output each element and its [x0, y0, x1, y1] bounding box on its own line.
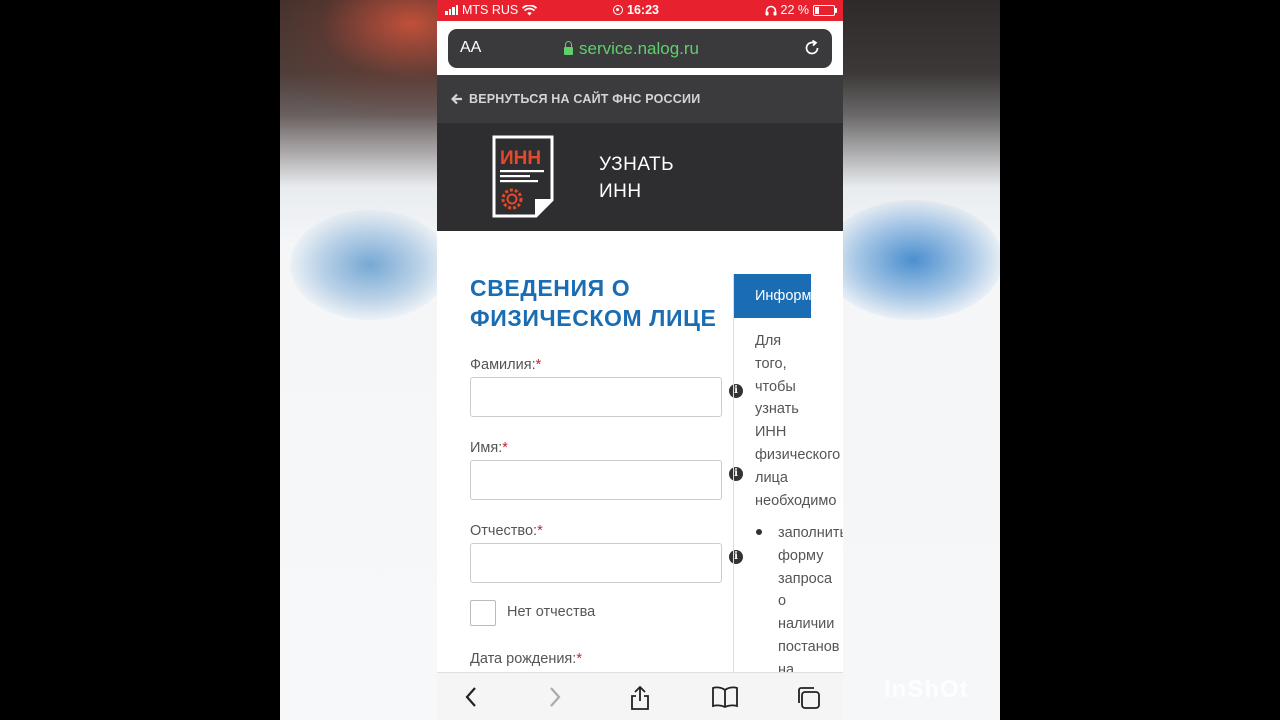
form-area: СВЕДЕНИЯ О ФИЗИЧЕСКОМ ЛИЦЕ Фамилия:* i И…	[437, 231, 843, 694]
required-mark: *	[576, 651, 582, 667]
forward-chevron-icon[interactable]	[547, 685, 563, 709]
tabs-icon[interactable]	[795, 685, 823, 711]
carrier-name: MTS RUS	[462, 3, 519, 17]
bullet-line: заполнить	[778, 525, 843, 541]
info-line: узнать	[755, 401, 799, 418]
page-title-line1: УЗНАТЬ	[599, 154, 675, 175]
form-heading-line1: СВЕДЕНИЯ О	[470, 275, 631, 301]
bullet-text: заполнить форму запроса о наличии постан…	[778, 522, 843, 682]
bullet-line: запроса	[778, 570, 833, 587]
headphones-icon	[765, 5, 776, 15]
birth-date-label: Дата рождения:*	[470, 651, 582, 667]
clock-time: 16:23	[627, 3, 659, 17]
info-line: Для	[755, 333, 782, 349]
form-heading: СВЕДЕНИЯ О ФИЗИЧЕСКОМ ЛИЦЕ	[470, 273, 730, 333]
info-line: необходимо	[755, 492, 837, 509]
patronymic-field[interactable]	[470, 543, 722, 583]
url-text: service.nalog.ru	[579, 39, 700, 58]
lock-icon	[564, 40, 573, 55]
name-field[interactable]	[470, 460, 722, 500]
arrow-left-icon	[451, 93, 462, 105]
reload-icon[interactable]	[802, 38, 822, 58]
no-patronymic-label[interactable]: Нет отчества	[507, 604, 595, 620]
info-line: лица	[755, 469, 788, 486]
bookmarks-icon[interactable]	[711, 685, 739, 709]
blurred-background-right	[843, 0, 1000, 720]
info-line: того,	[755, 355, 787, 372]
address-bar[interactable]: AA service.nalog.ru	[448, 29, 832, 68]
info-panel: Информ Для того, чтобы узнать ИНН физиче…	[733, 274, 843, 694]
share-icon[interactable]	[627, 685, 653, 711]
bullet-line: наличии	[778, 616, 835, 633]
signal-icon	[445, 5, 458, 15]
bullet-line: форму	[778, 547, 824, 564]
bullet-dot	[756, 529, 762, 535]
page-title: УЗНАТЬ ИНН	[599, 151, 674, 205]
info-text: Для того, чтобы узнать ИНН физического л…	[755, 330, 840, 512]
logo-inn-text: ИНН	[500, 148, 541, 169]
info-line: физического	[755, 446, 841, 463]
surname-label: Фамилия:*	[470, 357, 541, 373]
surname-label-text: Фамилия:	[470, 357, 536, 373]
required-mark: *	[535, 357, 542, 373]
page-title-line2: ИНН	[599, 181, 642, 202]
browser-toolbar	[437, 672, 843, 720]
info-line: ИНН	[755, 424, 787, 441]
required-mark: *	[537, 523, 543, 539]
status-bar: MTS RUS 16:23 22 %	[437, 0, 843, 21]
inn-document-logo: ИНН	[492, 135, 554, 218]
battery-icon	[813, 4, 837, 16]
url-display[interactable]: service.nalog.ru	[564, 39, 699, 59]
wifi-icon	[522, 4, 538, 15]
phone-screen: MTS RUS 16:23 22 % AA service.nalog.ru В…	[437, 0, 843, 720]
back-chevron-icon[interactable]	[463, 685, 479, 709]
surname-field[interactable]	[470, 377, 722, 417]
name-label: Имя:*	[470, 440, 508, 456]
screen-record-icon	[613, 5, 623, 15]
site-header: ИНН УЗНАТЬ ИНН	[437, 123, 843, 231]
form-heading-line2: ФИЗИЧЕСКОМ ЛИЦЕ	[470, 305, 717, 331]
inshot-watermark: InShOt	[884, 676, 969, 703]
patronymic-label: Отчество:*	[470, 523, 543, 539]
patronymic-label-text: Отчество:	[470, 523, 538, 539]
required-mark: *	[502, 440, 508, 456]
back-link-label: ВЕРНУТЬСЯ НА САЙТ ФНС РОССИИ	[469, 92, 701, 106]
back-to-fns-link[interactable]: ВЕРНУТЬСЯ НА САЙТ ФНС РОССИИ	[437, 75, 843, 123]
info-tab[interactable]: Информ	[734, 274, 811, 318]
browser-address-area: AA service.nalog.ru	[437, 21, 843, 75]
info-line: чтобы	[755, 378, 796, 395]
birth-date-label-text: Дата рождения:	[470, 651, 577, 667]
text-size-button[interactable]: AA	[460, 39, 481, 57]
blurred-background-left	[280, 0, 437, 720]
name-label-text: Имя:	[470, 440, 503, 456]
bullet-line: постанов	[778, 638, 840, 655]
bullet-line: о	[778, 593, 787, 610]
battery-percent: 22 %	[780, 3, 810, 17]
no-patronymic-checkbox[interactable]	[470, 600, 496, 626]
